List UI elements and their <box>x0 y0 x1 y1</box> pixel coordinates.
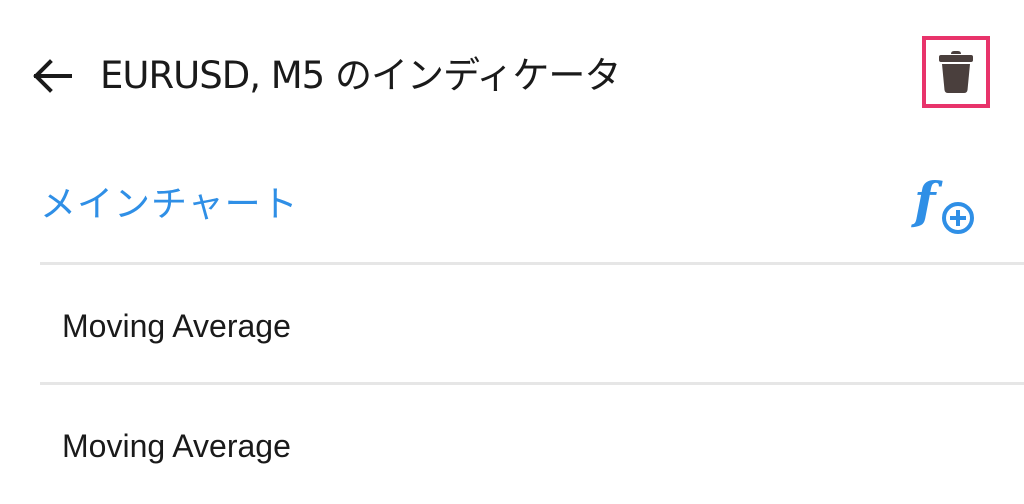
delete-button[interactable] <box>922 36 990 108</box>
function-add-icon: f <box>911 171 974 234</box>
indicator-label: Moving Average <box>62 428 291 464</box>
indicator-item[interactable]: Moving Average <box>0 266 1024 384</box>
arrow-left-icon <box>33 59 72 93</box>
svg-text:f: f <box>911 171 943 230</box>
app-header: EURUSD, M5 のインディケータ <box>0 0 1024 150</box>
indicator-item[interactable]: Moving Average <box>0 386 1024 504</box>
page-title: EURUSD, M5 のインディケータ <box>100 54 621 97</box>
main-chart-section: メインチャート f <box>0 150 1024 264</box>
section-title: メインチャート <box>40 184 299 225</box>
divider <box>40 382 1024 385</box>
back-button[interactable] <box>24 48 80 104</box>
trash-icon <box>939 51 973 93</box>
divider <box>40 262 1024 265</box>
add-indicator-button[interactable]: f <box>904 170 984 242</box>
indicator-label: Moving Average <box>62 308 291 344</box>
